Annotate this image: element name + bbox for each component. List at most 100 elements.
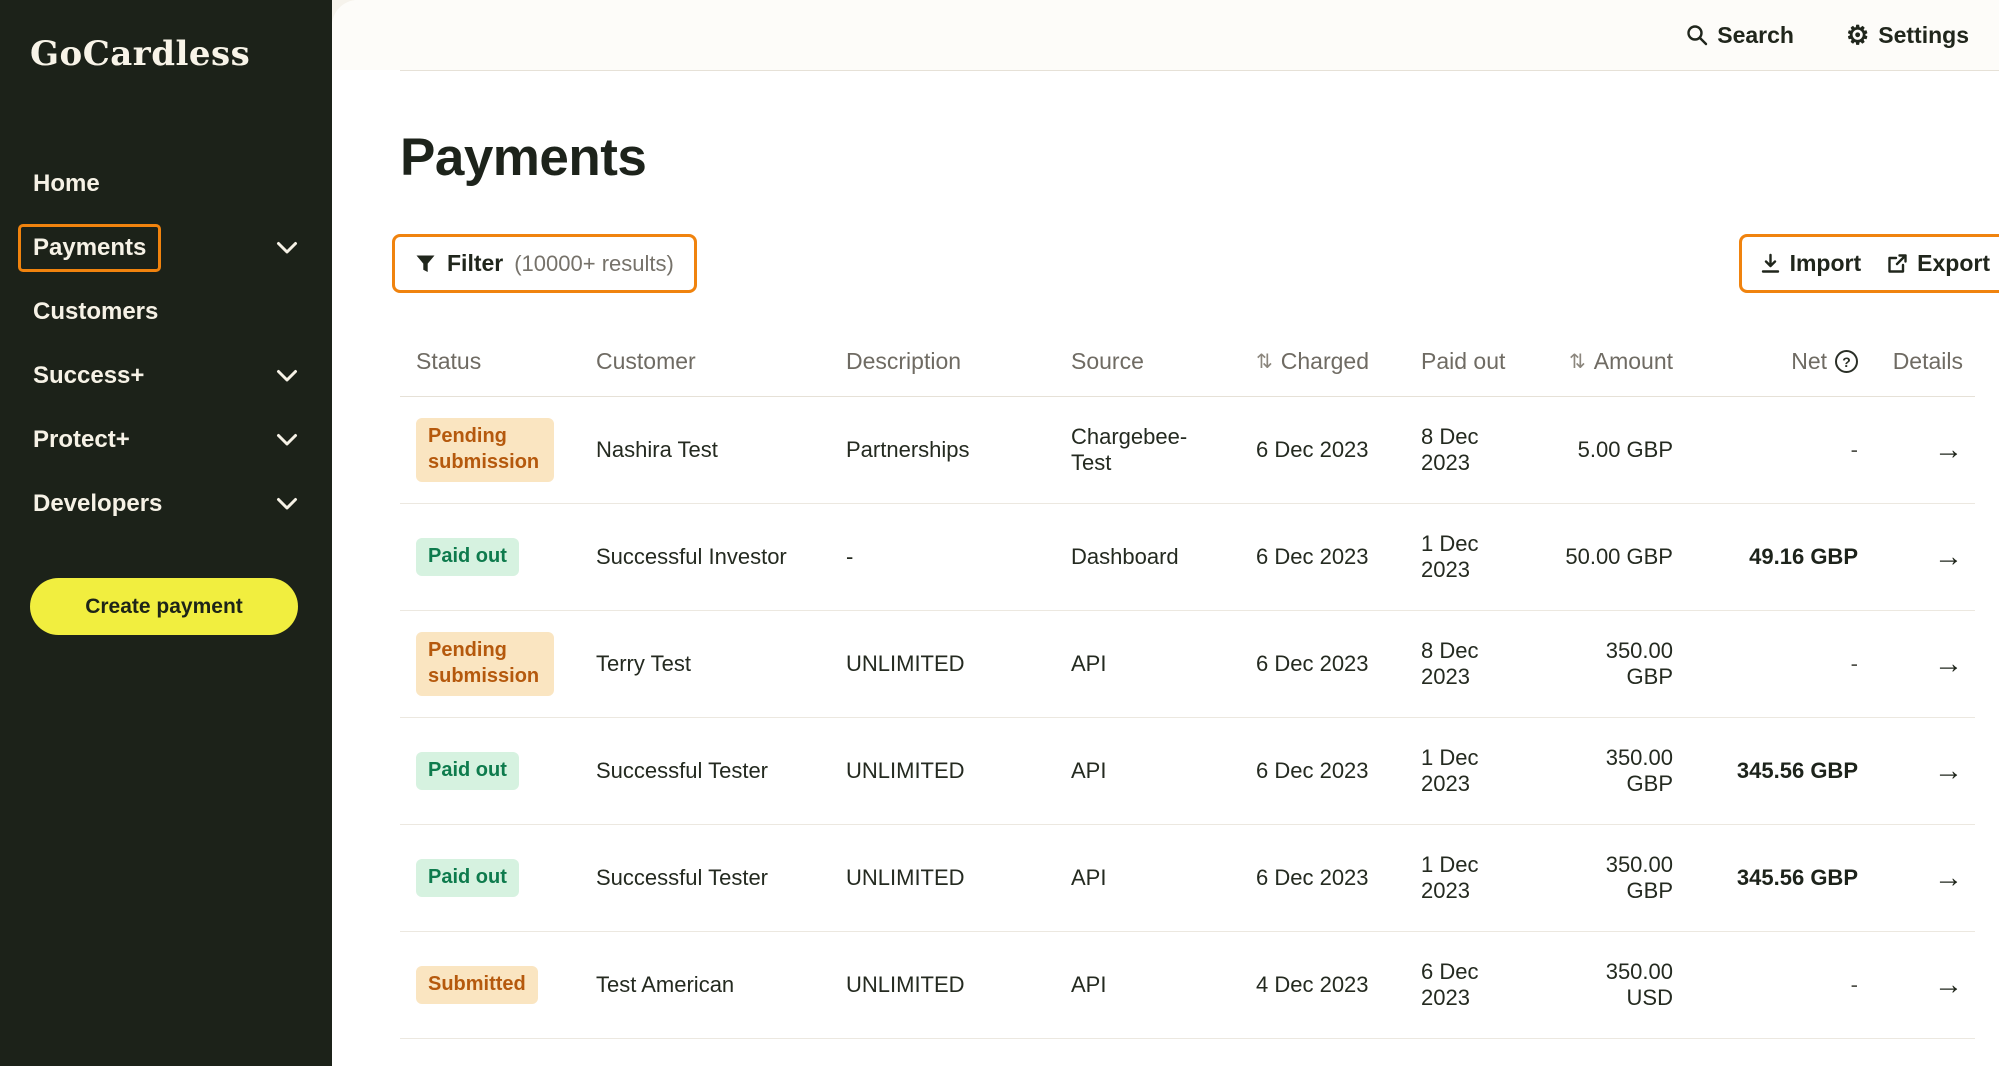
column-header-charged[interactable]: ⇅ Charged bbox=[1240, 348, 1405, 375]
charged-cell: 6 Dec 2023 bbox=[1240, 865, 1405, 891]
source-cell: API bbox=[1055, 758, 1240, 784]
details-arrow-icon[interactable]: → bbox=[1934, 862, 1963, 895]
topbar-divider bbox=[400, 70, 1999, 71]
table-body: Pending submission Nashira Test Partners… bbox=[400, 397, 1975, 1039]
export-icon bbox=[1887, 253, 1908, 274]
brand-logo: GoCardless bbox=[0, 0, 332, 74]
charged-cell: 4 Dec 2023 bbox=[1240, 972, 1405, 998]
filter-label: Filter bbox=[447, 250, 503, 277]
table-row[interactable]: Paid out Successful Tester UNLIMITED API… bbox=[400, 825, 1975, 932]
amount-cell: 5.00 GBP bbox=[1540, 437, 1685, 463]
amount-cell: 350.00 GBP bbox=[1540, 852, 1685, 904]
customer-cell: Successful Tester bbox=[580, 758, 830, 784]
details-arrow-icon[interactable]: → bbox=[1934, 541, 1963, 574]
table-row[interactable]: Submitted Test American UNLIMITED API 4 … bbox=[400, 932, 1975, 1039]
details-arrow-icon[interactable]: → bbox=[1934, 755, 1963, 788]
status-badge: Paid out bbox=[416, 752, 519, 790]
paid-out-cell: 8 Dec 2023 bbox=[1405, 638, 1540, 690]
sidebar-item-home[interactable]: Home bbox=[0, 152, 332, 216]
net-cell: - bbox=[1685, 437, 1870, 463]
description-cell: UNLIMITED bbox=[830, 758, 1055, 784]
topbar: Search ⚙ Settings bbox=[332, 0, 1999, 70]
page-title: Payments bbox=[400, 127, 1999, 188]
details-arrow-icon[interactable]: → bbox=[1934, 434, 1963, 467]
description-cell: UNLIMITED bbox=[830, 865, 1055, 891]
sidebar-item-label: Protect+ bbox=[18, 416, 145, 464]
sort-icon[interactable]: ⇅ bbox=[1256, 349, 1273, 374]
source-cell: API bbox=[1055, 651, 1240, 677]
import-button[interactable]: Import bbox=[1760, 250, 1862, 277]
sidebar-item-label: Home bbox=[18, 160, 115, 208]
sidebar-nav: Home Payments Customers Success+ Protect… bbox=[0, 152, 332, 536]
details-arrow-icon[interactable]: → bbox=[1934, 969, 1963, 1002]
description-cell: UNLIMITED bbox=[830, 972, 1055, 998]
table-row[interactable]: Pending submission Terry Test UNLIMITED … bbox=[400, 611, 1975, 718]
filter-results-count: (10000+ results) bbox=[514, 251, 674, 277]
sidebar-item-customers[interactable]: Customers bbox=[0, 280, 332, 344]
net-cell: 345.56 GBP bbox=[1685, 865, 1870, 891]
charged-cell: 6 Dec 2023 bbox=[1240, 651, 1405, 677]
table-row[interactable]: Paid out Successful Investor - Dashboard… bbox=[400, 504, 1975, 611]
source-cell: Dashboard bbox=[1055, 544, 1240, 570]
customer-cell: Successful Tester bbox=[580, 865, 830, 891]
sidebar: GoCardless Home Payments Customers Succe… bbox=[0, 0, 332, 1066]
sidebar-item-protect[interactable]: Protect+ bbox=[0, 408, 332, 472]
amount-cell: 350.00 GBP bbox=[1540, 745, 1685, 797]
gear-icon: ⚙ bbox=[1846, 22, 1869, 48]
net-cell: 49.16 GBP bbox=[1685, 544, 1870, 570]
customer-cell: Successful Investor bbox=[580, 544, 830, 570]
export-label: Export bbox=[1917, 250, 1990, 277]
sidebar-item-label: Developers bbox=[18, 480, 177, 528]
filter-icon bbox=[415, 254, 436, 274]
column-header-status: Status bbox=[400, 348, 580, 375]
paid-out-cell: 1 Dec 2023 bbox=[1405, 852, 1540, 904]
settings-button[interactable]: ⚙ Settings bbox=[1846, 22, 1969, 49]
sidebar-item-developers[interactable]: Developers bbox=[0, 472, 332, 536]
description-cell: - bbox=[830, 544, 1055, 570]
net-help-icon[interactable]: ? bbox=[1835, 350, 1858, 373]
import-export-group: Import Export bbox=[1739, 234, 1999, 293]
search-button[interactable]: Search bbox=[1686, 22, 1794, 49]
paid-out-cell: 6 Dec 2023 bbox=[1405, 959, 1540, 1011]
status-badge: Pending submission bbox=[416, 632, 554, 695]
column-header-net: Net ? bbox=[1685, 348, 1870, 375]
filter-button[interactable]: Filter (10000+ results) bbox=[392, 234, 697, 293]
source-cell: Chargebee-Test bbox=[1055, 424, 1240, 476]
create-payment-button[interactable]: Create payment bbox=[30, 578, 298, 635]
chevron-down-icon bbox=[276, 433, 298, 447]
payments-table: Status Customer Description Source ⇅ Cha… bbox=[400, 327, 1975, 1039]
customer-cell: Nashira Test bbox=[580, 437, 830, 463]
settings-label: Settings bbox=[1878, 22, 1969, 49]
status-badge: Paid out bbox=[416, 538, 519, 576]
column-header-source: Source bbox=[1055, 348, 1240, 375]
customer-cell: Test American bbox=[580, 972, 830, 998]
export-button[interactable]: Export bbox=[1887, 250, 1990, 277]
paid-out-cell: 8 Dec 2023 bbox=[1405, 424, 1540, 476]
import-label: Import bbox=[1790, 250, 1862, 277]
column-header-customer: Customer bbox=[580, 348, 830, 375]
amount-cell: 350.00 GBP bbox=[1540, 638, 1685, 690]
sort-icon[interactable]: ⇅ bbox=[1569, 349, 1586, 374]
main-panel: Search ⚙ Settings Payments Filter (10000… bbox=[332, 0, 1999, 1066]
charged-cell: 6 Dec 2023 bbox=[1240, 544, 1405, 570]
sidebar-item-label: Success+ bbox=[18, 352, 159, 400]
charged-cell: 6 Dec 2023 bbox=[1240, 437, 1405, 463]
sidebar-item-payments[interactable]: Payments bbox=[0, 216, 332, 280]
table-row[interactable]: Pending submission Nashira Test Partners… bbox=[400, 397, 1975, 504]
net-cell: 345.56 GBP bbox=[1685, 758, 1870, 784]
sidebar-item-success[interactable]: Success+ bbox=[0, 344, 332, 408]
paid-out-cell: 1 Dec 2023 bbox=[1405, 745, 1540, 797]
chevron-down-icon bbox=[276, 369, 298, 383]
table-row[interactable]: Paid out Successful Tester UNLIMITED API… bbox=[400, 718, 1975, 825]
net-cell: - bbox=[1685, 651, 1870, 677]
sidebar-item-label: Payments bbox=[18, 224, 161, 272]
details-arrow-icon[interactable]: → bbox=[1934, 648, 1963, 681]
description-cell: UNLIMITED bbox=[830, 651, 1055, 677]
column-header-amount[interactable]: ⇅ Amount bbox=[1540, 348, 1685, 375]
toolbar: Filter (10000+ results) Import Export bbox=[332, 234, 1999, 293]
status-badge: Paid out bbox=[416, 859, 519, 897]
net-cell: - bbox=[1685, 972, 1870, 998]
source-cell: API bbox=[1055, 972, 1240, 998]
chevron-down-icon bbox=[276, 241, 298, 255]
column-header-paid-out: Paid out bbox=[1405, 348, 1540, 375]
